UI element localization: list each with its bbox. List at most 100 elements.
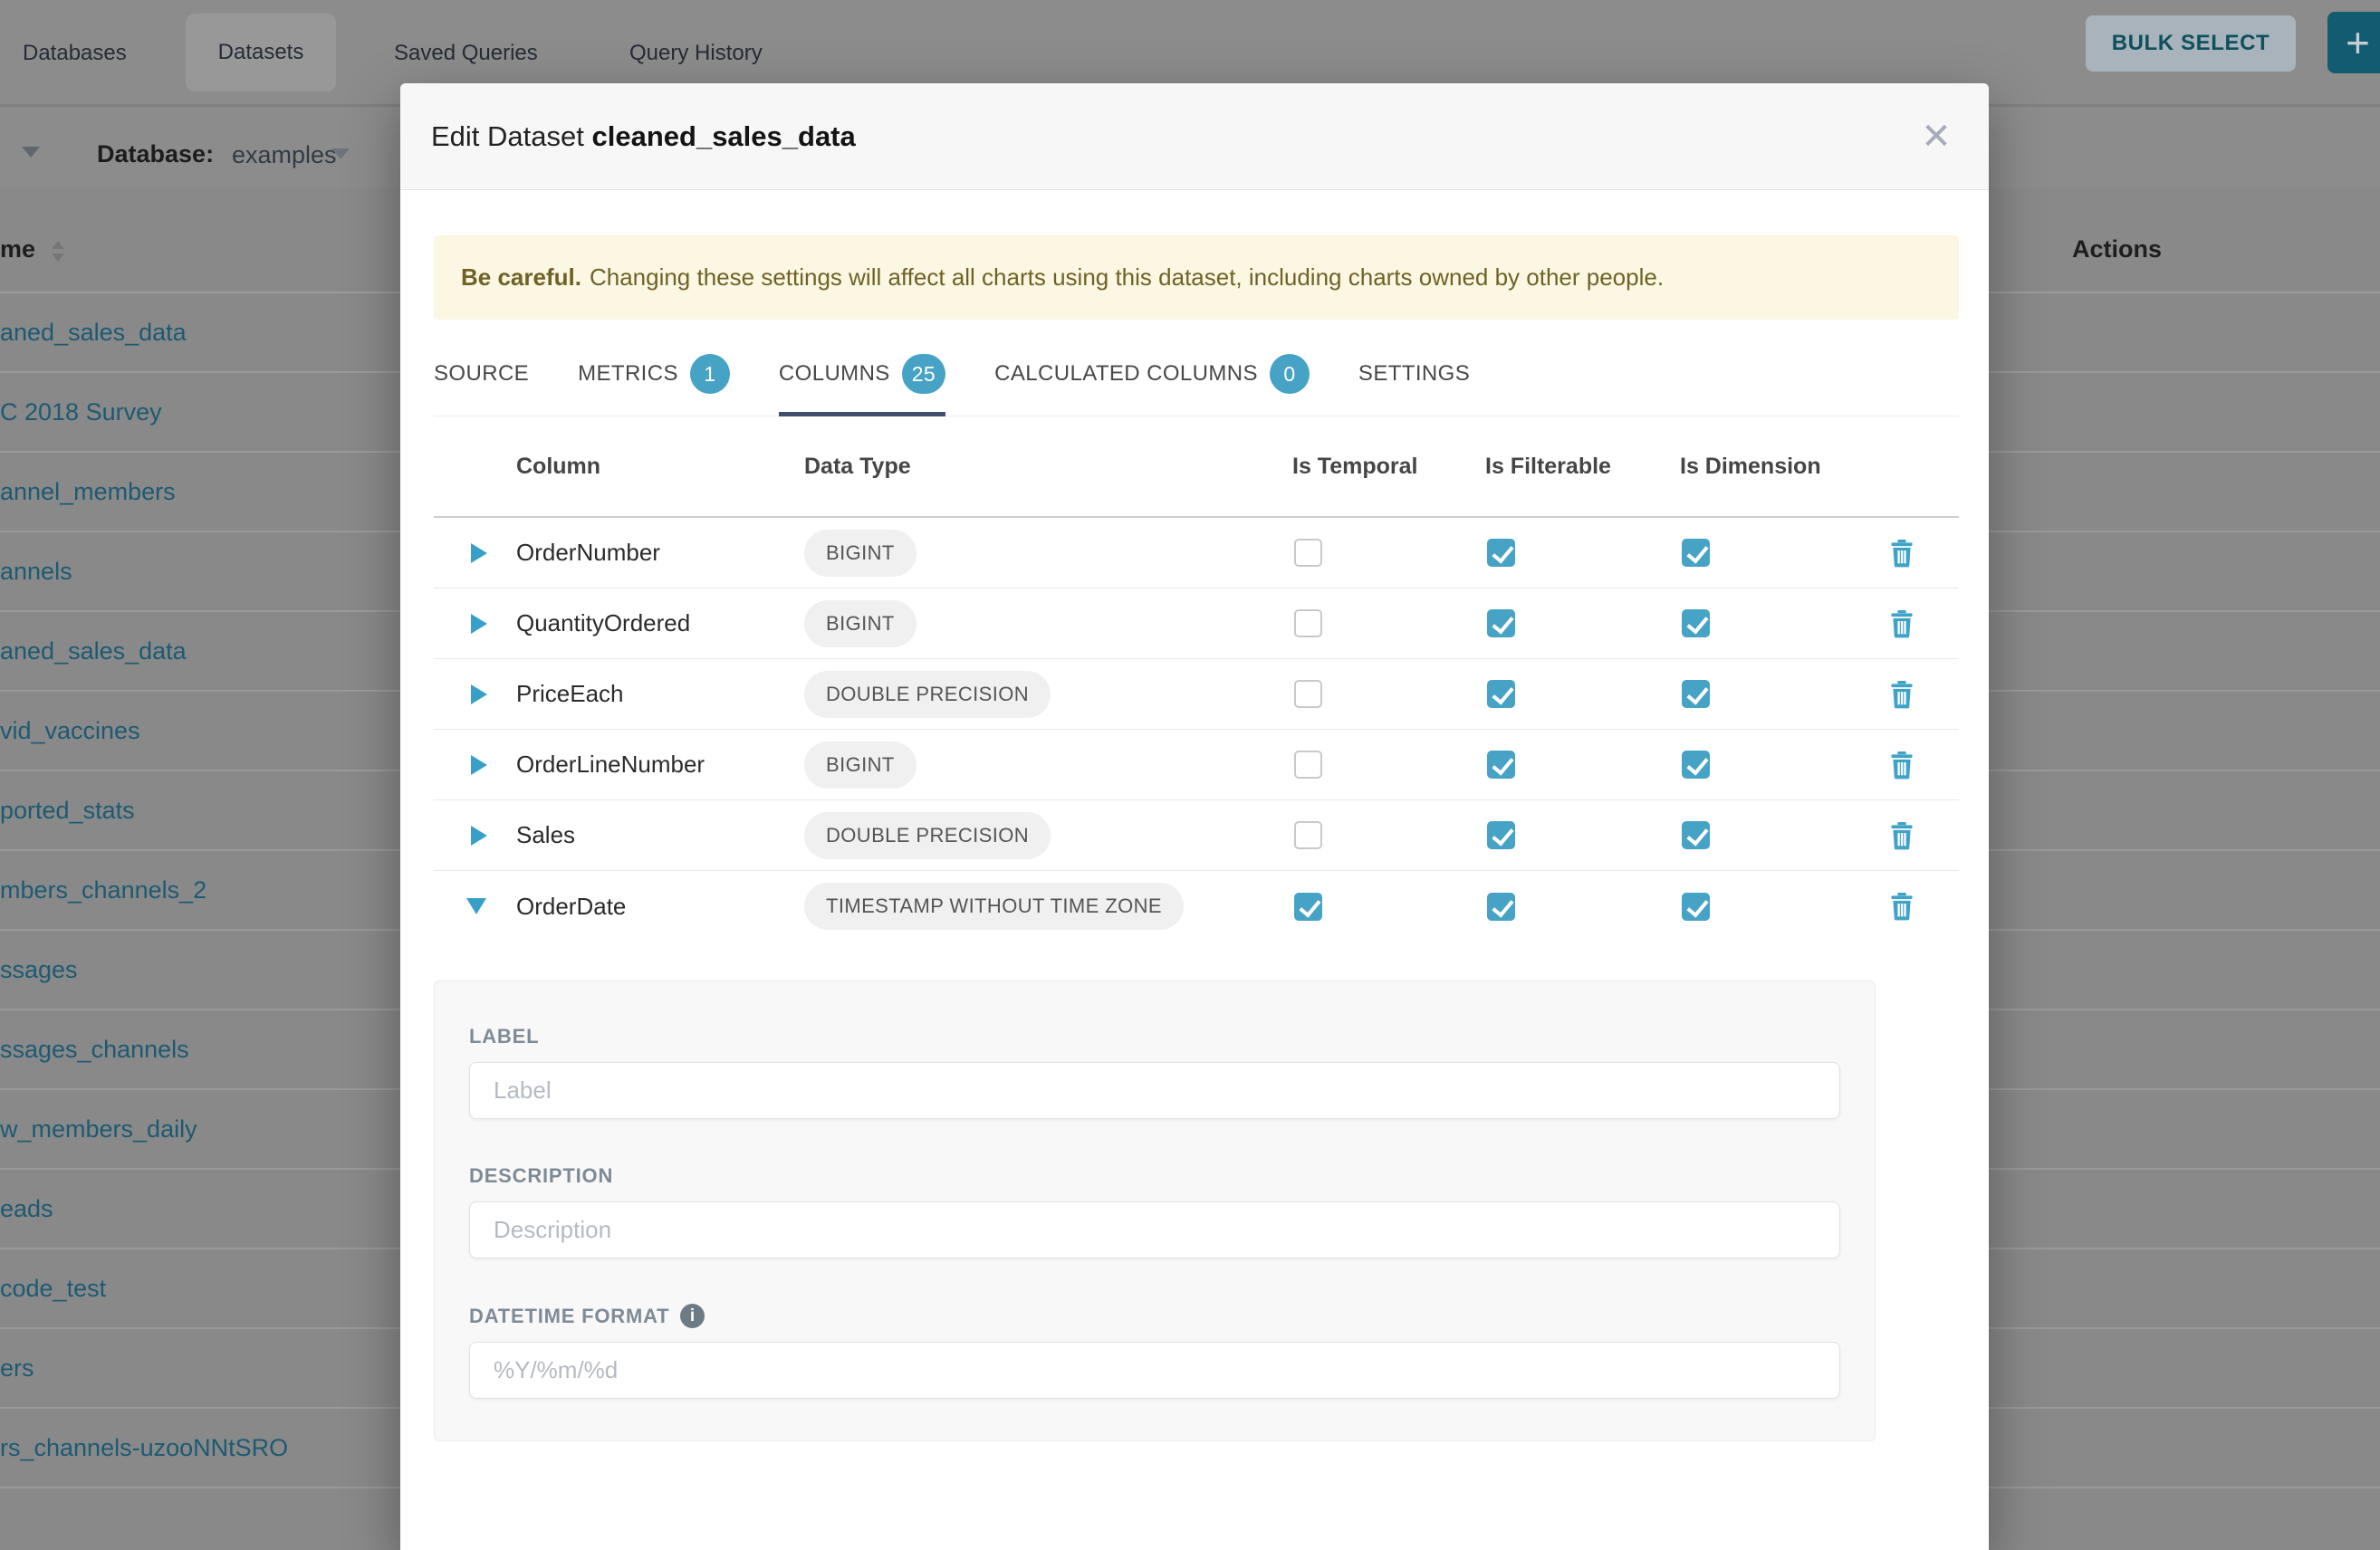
data-type-pill: BIGINT [804,742,916,789]
column-name: PriceEach [507,680,804,708]
actions-column-header: Actions [2072,235,2162,263]
name-column-header[interactable]: me [0,235,35,263]
expand-caret-icon[interactable] [471,755,487,775]
column-name: OrderNumber [507,539,804,567]
is-temporal-checkbox[interactable] [1294,680,1322,708]
add-dataset-button[interactable]: + [2327,12,2380,73]
modal-header: Edit Dataset cleaned_sales_data ✕ [400,83,1989,190]
tab-settings[interactable]: SETTINGS [1358,341,1470,416]
nav-item-databases[interactable]: Databases [23,0,127,107]
is-filterable-checkbox[interactable] [1487,821,1515,849]
dataset-link[interactable]: ssages_channels [0,1036,189,1064]
info-icon[interactable]: i [680,1304,705,1328]
expand-caret-icon[interactable] [471,826,487,846]
is-dimension-checkbox[interactable] [1682,680,1710,708]
is-temporal-checkbox[interactable] [1294,751,1322,779]
is-temporal-checkbox[interactable] [1294,539,1322,567]
nav-item-datasets-active[interactable]: Datasets [186,14,336,91]
chevron-down-icon[interactable] [22,147,40,158]
chevron-down-icon[interactable] [331,148,350,159]
tab-columns[interactable]: COLUMNS 25 [779,341,945,416]
data-type-pill: TIMESTAMP WITHOUT TIME ZONE [804,883,1184,930]
dataset-link[interactable]: w_members_daily [0,1115,197,1143]
is-temporal-checkbox[interactable] [1294,821,1322,849]
column-row: QuantityOrdered BIGINT [434,588,1959,659]
column-row: OrderDate TIMESTAMP WITHOUT TIME ZONE [434,871,1959,942]
header-is-filterable: Is Filterable [1485,454,1680,480]
dataset-link[interactable]: rs_channels-uzooNNtSRO [0,1434,288,1462]
field-label-text: DESCRIPTION [469,1164,613,1188]
count-badge: 1 [690,354,730,394]
is-temporal-checkbox[interactable] [1294,893,1322,921]
column-name: OrderLineNumber [507,751,804,779]
tab-label: SOURCE [434,361,529,387]
dataset-link[interactable]: aned_sales_data [0,637,187,665]
trash-icon[interactable] [1888,539,1915,568]
is-dimension-checkbox[interactable] [1682,539,1710,567]
is-dimension-checkbox[interactable] [1682,893,1710,921]
trash-icon[interactable] [1888,751,1915,780]
header-data-type: Data Type [804,454,1292,480]
tab-label: COLUMNS [779,361,890,387]
tab-metrics[interactable]: METRICS 1 [578,341,730,416]
header-is-temporal: Is Temporal [1292,454,1485,480]
sort-asc-icon [52,241,64,249]
count-badge: 25 [902,354,945,394]
data-type-pill: BIGINT [804,600,916,647]
warning-banner-bold: Be careful. [461,263,581,292]
dataset-link[interactable]: code_test [0,1275,106,1303]
expand-caret-icon[interactable] [471,614,487,634]
trash-icon[interactable] [1888,892,1915,921]
sort-icon[interactable] [52,241,64,262]
description-input[interactable] [469,1201,1840,1258]
database-filter-select[interactable]: examples [232,141,337,169]
dataset-link[interactable]: vid_vaccines [0,717,140,745]
tab-label: CALCULATED COLUMNS [994,361,1258,387]
is-dimension-checkbox[interactable] [1682,609,1710,637]
is-dimension-checkbox[interactable] [1682,751,1710,779]
description-field-label: DESCRIPTION [469,1164,1840,1188]
plus-icon: + [2346,18,2370,67]
is-filterable-checkbox[interactable] [1487,539,1515,567]
is-temporal-checkbox[interactable] [1294,609,1322,637]
trash-icon[interactable] [1888,821,1915,850]
datetime-format-input[interactable] [469,1342,1840,1399]
is-dimension-checkbox[interactable] [1682,821,1710,849]
data-type-pill: DOUBLE PRECISION [804,812,1051,859]
tab-calculated-columns[interactable]: CALCULATED COLUMNS 0 [994,341,1310,416]
warning-banner: Be careful. Changing these settings will… [434,235,1959,320]
dataset-link[interactable]: eads [0,1195,53,1223]
tab-source[interactable]: SOURCE [434,341,529,416]
header-column: Column [507,454,804,480]
expand-caret-icon[interactable] [466,898,486,914]
dataset-link[interactable]: annel_members [0,478,176,506]
expand-caret-icon[interactable] [471,684,487,704]
bulk-select-button[interactable]: BULK SELECT [2086,15,2296,72]
close-icon[interactable]: ✕ [1909,83,1963,190]
column-editor-panel: LABEL DESCRIPTION DATETIME FORMAT i [434,981,1876,1441]
trash-icon[interactable] [1888,680,1915,709]
label-input[interactable] [469,1062,1840,1119]
columns-table-header: Column Data Type Is Temporal Is Filterab… [434,416,1959,518]
dataset-link[interactable]: ssages [0,956,78,984]
expand-caret-icon[interactable] [471,543,487,563]
dataset-link[interactable]: C 2018 Survey [0,398,162,426]
column-row: OrderNumber BIGINT [434,518,1959,588]
is-filterable-checkbox[interactable] [1487,893,1515,921]
dataset-link[interactable]: annels [0,558,72,586]
is-filterable-checkbox[interactable] [1487,751,1515,779]
column-row: PriceEach DOUBLE PRECISION [434,659,1959,730]
dataset-link[interactable]: ers [0,1354,34,1383]
tab-label: SETTINGS [1358,361,1470,387]
modal-title-dataset-name: cleaned_sales_data [592,120,856,152]
dataset-link[interactable]: mbers_channels_2 [0,876,206,904]
label-field-label: LABEL [469,1025,1840,1048]
edit-dataset-modal: Edit Dataset cleaned_sales_data ✕ Be car… [400,83,1989,1550]
is-filterable-checkbox[interactable] [1487,680,1515,708]
dataset-link[interactable]: ported_stats [0,797,135,825]
data-type-pill: BIGINT [804,530,916,577]
dataset-link[interactable]: aned_sales_data [0,319,187,347]
columns-table: Column Data Type Is Temporal Is Filterab… [434,416,1959,942]
trash-icon[interactable] [1888,609,1915,638]
is-filterable-checkbox[interactable] [1487,609,1515,637]
